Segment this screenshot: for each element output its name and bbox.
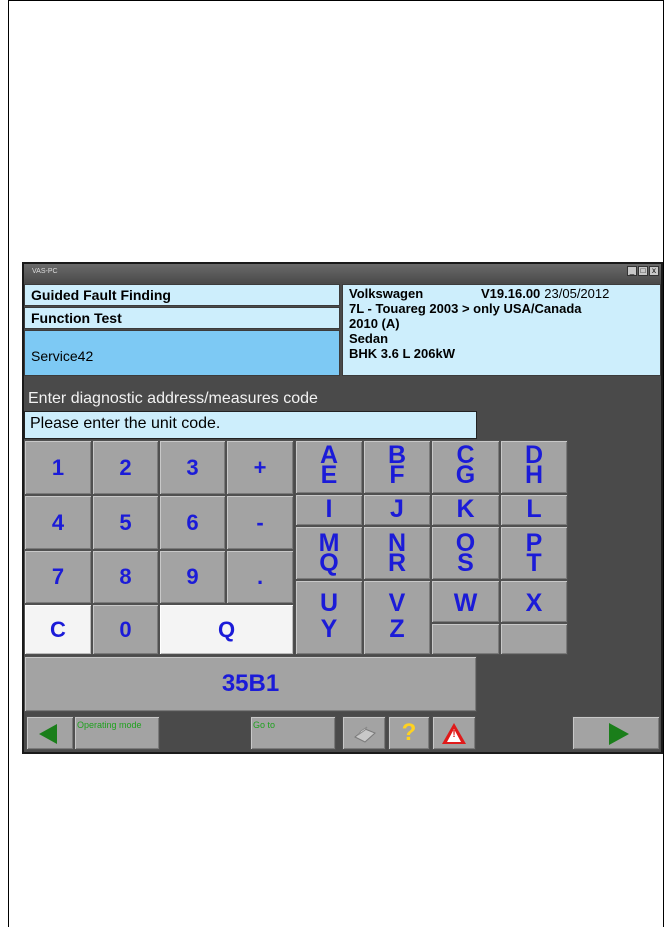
key-u-y[interactable]: UY <box>295 580 363 655</box>
brand-label: Volkswagen <box>349 286 424 301</box>
key-k[interactable]: K <box>431 494 500 526</box>
window-controls: _ □ x <box>627 266 659 276</box>
key-blank <box>431 623 500 655</box>
help-button[interactable]: ? <box>388 716 430 750</box>
key-letter: V <box>388 589 406 617</box>
title-bar: VAS-PC _ □ x <box>24 264 661 282</box>
key-j[interactable]: J <box>363 494 431 526</box>
key-minus[interactable]: - <box>226 495 294 550</box>
operating-mode-button[interactable]: Operating mode <box>74 716 160 750</box>
model-line-2: 2010 (A) <box>349 316 400 331</box>
key-plus[interactable]: + <box>226 440 294 495</box>
key-letter: S <box>457 549 474 577</box>
goto-label: Go to <box>253 720 276 730</box>
service-tab[interactable]: Service42 <box>24 330 340 376</box>
key-a-e[interactable]: AE <box>295 440 363 494</box>
prompt-title: Enter diagnostic address/measures code <box>28 390 318 407</box>
key-n-r[interactable]: NR <box>363 526 431 580</box>
key-5[interactable]: 5 <box>92 495 159 550</box>
back-arrow-icon <box>39 724 57 744</box>
warning-button[interactable]: ! <box>432 716 476 750</box>
key-w[interactable]: W <box>431 580 500 623</box>
key-letter: X <box>525 589 543 617</box>
key-letter: T <box>526 549 542 577</box>
key-0[interactable]: 0 <box>92 604 159 655</box>
next-button[interactable] <box>572 716 660 750</box>
key-letter: E <box>320 461 338 489</box>
key-letter: Y <box>320 615 338 643</box>
key-1[interactable]: 1 <box>24 440 92 495</box>
close-button[interactable]: x <box>649 266 659 276</box>
key-letter: F <box>389 461 405 489</box>
key-p-t[interactable]: PT <box>500 526 568 580</box>
key-x[interactable]: X <box>500 580 568 623</box>
key-i[interactable]: I <box>295 494 363 526</box>
key-3[interactable]: 3 <box>159 440 226 495</box>
key-letter: Q <box>319 549 339 577</box>
function-test-tab[interactable]: Function Test <box>24 307 340 329</box>
date-label: 23/05/2012 <box>544 286 610 301</box>
vehicle-info-panel: Volkswagen V19.16.00 23/05/2012 7L - Tou… <box>342 284 661 376</box>
key-letter: L <box>526 495 542 523</box>
app-window: VAS-PC _ □ x Guided Fault Finding Functi… <box>22 262 663 754</box>
key-quit[interactable]: Q <box>159 604 294 655</box>
minimize-button[interactable]: _ <box>627 266 637 276</box>
key-v-z[interactable]: VZ <box>363 580 431 655</box>
key-blank <box>500 623 568 655</box>
back-button[interactable] <box>26 716 74 750</box>
version-label: V19.16.00 <box>481 286 541 301</box>
message-box: Please enter the unit code. <box>24 411 477 439</box>
printer-icon <box>354 726 376 743</box>
key-letter: U <box>319 589 339 617</box>
operating-mode-label: Operating mode <box>77 720 142 730</box>
next-arrow-icon <box>609 723 629 745</box>
maximize-button[interactable]: □ <box>638 266 648 276</box>
key-c-g[interactable]: CG <box>431 440 500 494</box>
key-dot[interactable]: . <box>226 550 294 604</box>
warning-exclamation: ! <box>452 729 456 740</box>
window-title: VAS-PC <box>32 268 58 275</box>
key-letter: I <box>325 495 333 523</box>
key-b-f[interactable]: BF <box>363 440 431 494</box>
key-clear[interactable]: C <box>24 604 92 655</box>
key-9[interactable]: 9 <box>159 550 226 604</box>
key-d-h[interactable]: DH <box>500 440 568 494</box>
result-display: 35B1 <box>24 656 477 712</box>
key-8[interactable]: 8 <box>92 550 159 604</box>
key-letter: K <box>456 495 475 523</box>
key-letter: R <box>387 549 407 577</box>
guided-fault-finding-tab[interactable]: Guided Fault Finding <box>24 284 340 306</box>
key-l[interactable]: L <box>500 494 568 526</box>
key-letter: H <box>524 461 544 489</box>
help-icon: ? <box>401 719 417 746</box>
key-4[interactable]: 4 <box>24 495 92 550</box>
key-6[interactable]: 6 <box>159 495 226 550</box>
print-button[interactable] <box>342 716 386 750</box>
body-label: Sedan <box>349 331 389 346</box>
key-o-s[interactable]: OS <box>431 526 500 580</box>
key-2[interactable]: 2 <box>92 440 159 495</box>
key-m-q[interactable]: MQ <box>295 526 363 580</box>
key-letter: Z <box>389 615 405 643</box>
key-letter: G <box>455 461 476 489</box>
key-letter: W <box>453 589 478 617</box>
key-7[interactable]: 7 <box>24 550 92 604</box>
key-letter: J <box>390 495 404 523</box>
goto-button[interactable]: Go to <box>250 716 336 750</box>
model-line-1: 7L - Touareg 2003 > only USA/Canada <box>349 301 582 316</box>
engine-label: BHK 3.6 L 206kW <box>349 346 455 361</box>
